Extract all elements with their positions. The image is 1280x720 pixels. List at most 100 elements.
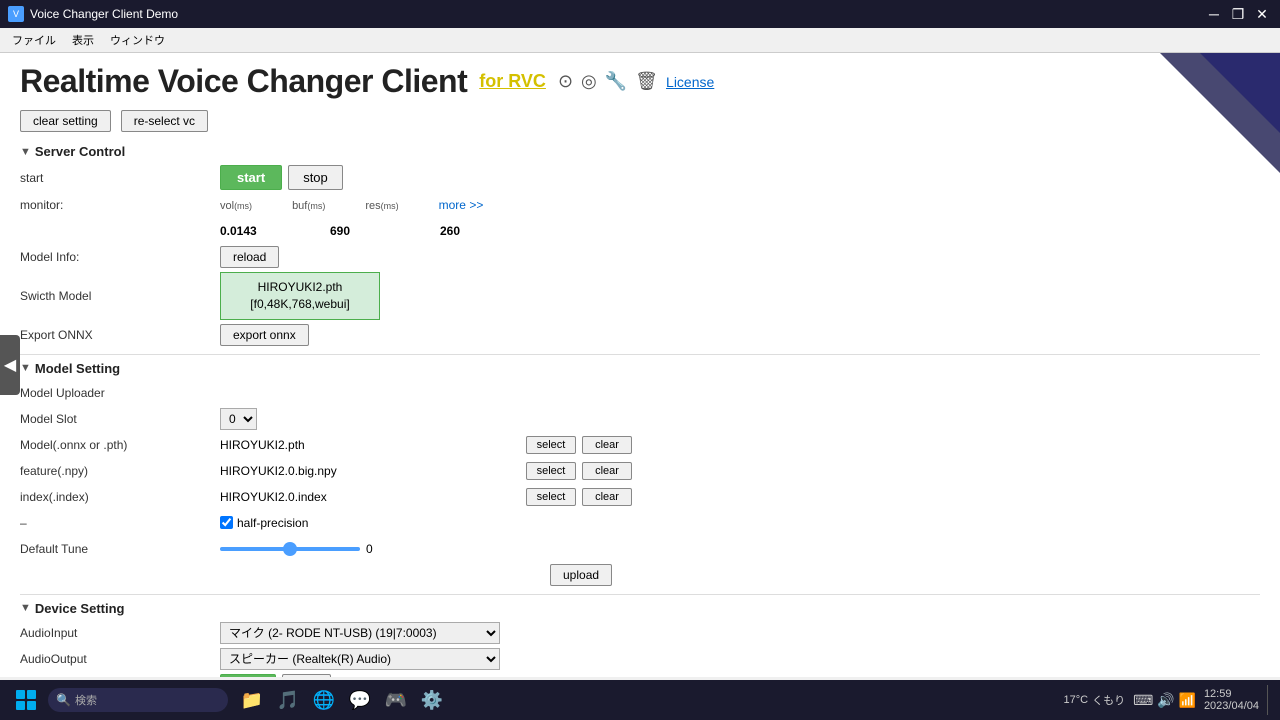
delete-icon[interactable]: 🗑 <box>635 71 658 92</box>
model-onnx-row: Model(.onnx or .pth) HIROYUKI2.pth selec… <box>20 434 1260 456</box>
side-collapse-button[interactable]: ◀ <box>0 335 20 395</box>
index-clear-button[interactable]: clear <box>582 488 632 506</box>
github-icon[interactable]: ⊙ <box>558 71 573 92</box>
index-label: index(.index) <box>20 490 220 504</box>
switch-model-controls: HIROYUKI2.pth [f0,48K,768,webui] <box>220 272 1260 320</box>
switch-model-label: Swicth Model <box>20 289 220 303</box>
time-display: 12:59 <box>1204 688 1259 700</box>
title-bar: V Voice Changer Client Demo ─ ❐ ✕ <box>0 0 1280 28</box>
model-onnx-clear-button[interactable]: clear <box>582 436 632 454</box>
taskbar-app3-icon[interactable]: 💬 <box>344 684 376 716</box>
settings-icon[interactable]: 🔧 <box>605 71 627 92</box>
export-onnx-controls: export onnx <box>220 324 1260 346</box>
server-start-button[interactable]: start <box>220 165 282 190</box>
feature-select-button[interactable]: select <box>526 462 576 480</box>
device-setting-header: ▼ Device Setting <box>20 601 1260 616</box>
re-select-vc-button[interactable]: re-select vc <box>121 110 208 132</box>
half-precision-checkbox-label[interactable]: half-precision <box>220 516 308 530</box>
device-start-button[interactable]: start <box>220 674 276 677</box>
audio-input-label: AudioInput <box>20 626 220 640</box>
weather-text: くもり <box>1092 692 1125 708</box>
index-row: index(.index) HIROYUKI2.0.index select c… <box>20 486 1260 508</box>
system-tray-icons: ⌨ 🔊 📶 <box>1133 692 1196 709</box>
taskbar: 🔍 検索 📁 🎵 🌐 💬 🎮 ⚙️ 17°C くもり ⌨ 🔊 📶 12:59 2… <box>0 680 1280 720</box>
start-label-text: start <box>20 171 220 185</box>
taskbar-pinned-icons: 📁 🎵 🌐 💬 🎮 ⚙️ <box>236 684 448 716</box>
buf-value: 690 <box>330 224 390 238</box>
server-stop-button[interactable]: stop <box>288 165 343 190</box>
restore-button[interactable]: ❐ <box>1228 4 1248 24</box>
vol-label: vol(ms) <box>220 200 252 212</box>
device-stop-button[interactable]: stop <box>282 674 331 677</box>
taskbar-search-box[interactable]: 🔍 検索 <box>48 688 228 712</box>
default-tune-slider[interactable] <box>220 547 360 551</box>
monitor-numbers: 0.0143 690 260 <box>220 224 500 238</box>
minimize-button[interactable]: ─ <box>1204 4 1224 24</box>
monitor-row: monitor: vol(ms) buf(ms) res(ms) more >> <box>20 194 1260 216</box>
server-start-controls: start stop <box>220 165 1260 190</box>
server-start-row: start start stop <box>20 165 1260 190</box>
taskbar-app2-icon[interactable]: 🌐 <box>308 684 340 716</box>
close-button[interactable]: ✕ <box>1252 4 1272 24</box>
show-desktop-button[interactable] <box>1267 685 1272 715</box>
output-record-controls: start stop <box>220 674 1260 677</box>
taskbar-right: 17°C くもり ⌨ 🔊 📶 12:59 2023/04/04 <box>1064 685 1273 715</box>
model-setting-toggle[interactable]: ▼ <box>20 362 31 374</box>
export-onnx-row: Export ONNX export onnx <box>20 324 1260 346</box>
model-info-row: Model Info: reload <box>20 246 1260 268</box>
audio-input-select[interactable]: マイク (2- RODE NT-USB) (19|7:0003) <box>220 622 500 644</box>
device-setting-toggle[interactable]: ▼ <box>20 602 31 614</box>
vol-monitor: vol(ms) <box>220 200 252 212</box>
audio-input-controls: マイク (2- RODE NT-USB) (19|7:0003) <box>220 622 1260 644</box>
server-control-section: ▼ Server Control start start stop monito… <box>20 144 1260 346</box>
export-onnx-button[interactable]: export onnx <box>220 324 309 346</box>
header-icons: ⊙ ◎ 🔧 🗑 License <box>558 71 714 92</box>
audio-output-select[interactable]: スピーカー (Realtek(R) Audio) <box>220 648 500 670</box>
index-select-button[interactable]: select <box>526 488 576 506</box>
clear-setting-button[interactable]: clear setting <box>20 110 111 132</box>
model-slot-controls: 0123 <box>220 408 1260 430</box>
reload-button[interactable]: reload <box>220 246 279 268</box>
model-setting-section: ▼ Model Setting Model Uploader Model Slo… <box>20 361 1260 586</box>
menu-window[interactable]: ウィンドウ <box>106 30 169 50</box>
taskbar-explorer-icon[interactable]: 📁 <box>236 684 268 716</box>
taskbar-app4-icon[interactable]: 🎮 <box>380 684 412 716</box>
model-onnx-label: Model(.onnx or .pth) <box>20 438 220 452</box>
license-link[interactable]: License <box>666 74 714 90</box>
more-link[interactable]: more >> <box>439 198 484 212</box>
default-tune-label: Default Tune <box>20 542 220 556</box>
index-value: HIROYUKI2.0.index <box>220 490 520 504</box>
upload-button[interactable]: upload <box>550 564 612 586</box>
feature-row: feature(.npy) HIROYUKI2.0.big.npy select… <box>20 460 1260 482</box>
device-setting-label: Device Setting <box>35 601 125 616</box>
corner-inner-decoration <box>1200 53 1280 133</box>
export-onnx-label: Export ONNX <box>20 328 220 342</box>
title-bar-controls[interactable]: ─ ❐ ✕ <box>1204 4 1272 24</box>
date-display: 2023/04/04 <box>1204 700 1259 712</box>
feature-label: feature(.npy) <box>20 464 220 478</box>
menu-file[interactable]: ファイル <box>8 30 60 50</box>
search-icon: 🔍 <box>56 693 71 707</box>
info-icon[interactable]: ◎ <box>581 71 597 92</box>
model-slot-select[interactable]: 0123 <box>220 408 257 430</box>
model-name: HIROYUKI2.pth <box>237 279 363 296</box>
model-onnx-select-button[interactable]: select <box>526 436 576 454</box>
app-header: Realtime Voice Changer Client for RVC ⊙ … <box>20 63 1260 100</box>
start-menu-button[interactable] <box>8 682 44 718</box>
model-onnx-controls: HIROYUKI2.pth select clear <box>220 436 1260 454</box>
model-select-button[interactable]: HIROYUKI2.pth [f0,48K,768,webui] <box>220 272 380 320</box>
default-tune-row: Default Tune 0 <box>20 538 1260 560</box>
half-precision-checkbox[interactable] <box>220 516 233 529</box>
audio-output-label: AudioOutput <box>20 652 220 666</box>
taskbar-app5-icon[interactable]: ⚙️ <box>416 684 448 716</box>
model-onnx-value: HIROYUKI2.pth <box>220 438 520 452</box>
feature-clear-button[interactable]: clear <box>582 462 632 480</box>
half-precision-row: – half-precision <box>20 512 1260 534</box>
title-bar-left: V Voice Changer Client Demo <box>8 6 178 22</box>
menu-bar: ファイル 表示 ウィンドウ <box>0 28 1280 53</box>
server-control-toggle[interactable]: ▼ <box>20 146 31 158</box>
menu-view[interactable]: 表示 <box>68 30 98 50</box>
taskbar-app1-icon[interactable]: 🎵 <box>272 684 304 716</box>
model-uploader-label: Model Uploader <box>20 386 220 400</box>
feature-controls: HIROYUKI2.0.big.npy select clear <box>220 462 1260 480</box>
